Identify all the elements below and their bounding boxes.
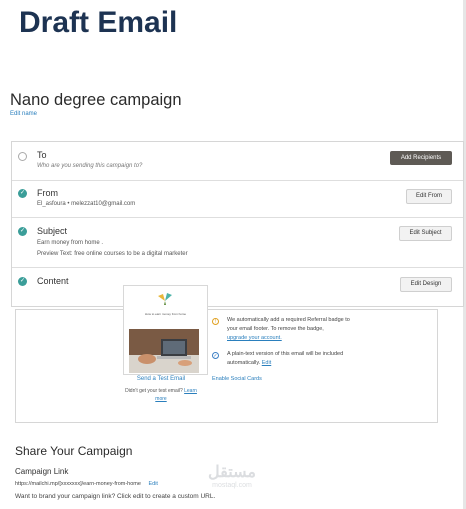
laptop-photo-icon: [129, 329, 199, 373]
referral-notice-line-2: your email footer. To remove the badge,: [227, 326, 324, 332]
checklist-row-content: ✓ Content Edit Design: [12, 267, 463, 306]
from-value: El_asfoura • melezzat10@gmail.com: [37, 201, 136, 207]
add-recipients-button[interactable]: Add Recipients: [390, 151, 452, 165]
info-check-icon: ✓: [212, 352, 219, 359]
no-email-text: Didn't get your test email?: [125, 388, 183, 394]
plaintext-notice-line-1: A plain-text version of this email will …: [227, 351, 344, 357]
send-test-email-link[interactable]: Send a Test Email: [123, 376, 199, 382]
preview-caption: How to earn money from home: [144, 312, 187, 316]
subject-value: Earn money from home .: [37, 240, 104, 246]
referral-notice: We automatically add a required Referral…: [227, 316, 350, 343]
to-title: To: [37, 150, 47, 160]
enable-social-cards-link[interactable]: Enable Social Cards: [212, 376, 262, 382]
test-email-help: Didn't get your test email? Learn more: [120, 387, 202, 403]
plaintext-edit-link[interactable]: Edit: [262, 360, 271, 366]
email-preview-thumbnail[interactable]: How to earn money from home: [123, 285, 208, 375]
checklist-row-to: To Who are you sending this campaign to?…: [12, 142, 463, 181]
campaign-name: Nano degree campaign: [10, 91, 182, 109]
check-icon: ✓: [18, 189, 27, 198]
upgrade-account-link[interactable]: upgrade your account.: [227, 334, 350, 343]
to-subtitle: Who are you sending this campaign to?: [37, 163, 143, 169]
warning-icon: !: [212, 318, 219, 325]
checklist-row-subject: ✓ Subject Earn money from home . Preview…: [12, 217, 463, 268]
incomplete-check-icon: [18, 152, 27, 161]
campaign-checklist: To Who are you sending this campaign to?…: [11, 141, 464, 307]
mostaql-watermark: مستقل mostaql.com: [200, 462, 264, 496]
subject-title: Subject: [37, 226, 68, 236]
edit-campaign-link[interactable]: Edit: [148, 481, 157, 487]
campaign-url: https://mailchi.mp/[xxxxxxx]/earn-money-…: [15, 481, 158, 487]
plaintext-notice-line-2: automatically. Edit: [227, 359, 343, 368]
page-title: Draft Email: [19, 6, 178, 39]
edit-subject-button[interactable]: Edit Subject: [399, 226, 452, 241]
checklist-row-from: ✓ From El_asfoura • melezzat10@gmail.com…: [12, 180, 463, 218]
referral-notice-line-1: We automatically add a required Referral…: [227, 317, 350, 323]
check-icon: ✓: [18, 277, 27, 286]
plaintext-notice: A plain-text version of this email will …: [227, 350, 343, 368]
preview-photo: [129, 329, 199, 373]
bird-logo-icon: [158, 293, 172, 305]
content-panel: ! We automatically add a required Referr…: [15, 309, 438, 423]
check-icon: ✓: [18, 227, 27, 236]
edit-name-link[interactable]: Edit name: [10, 111, 37, 117]
edit-from-button[interactable]: Edit From: [406, 189, 452, 204]
watermark-arabic: مستقل: [208, 464, 256, 481]
plaintext-notice-text: automatically.: [227, 360, 261, 366]
content-title: Content: [37, 276, 69, 286]
edit-design-button[interactable]: Edit Design: [400, 277, 452, 292]
subject-preview-text: Preview Text: free online courses to be …: [37, 251, 188, 257]
share-campaign-heading: Share Your Campaign: [15, 444, 133, 458]
campaign-link-label: Campaign Link: [15, 467, 69, 476]
brand-link-hint: Want to brand your campaign link? Click …: [15, 493, 216, 500]
watermark-domain: mostaql.com: [212, 482, 252, 489]
from-title: From: [37, 188, 58, 198]
campaign-url-text[interactable]: https://mailchi.mp/[xxxxxxx]/earn-money-…: [15, 481, 141, 487]
